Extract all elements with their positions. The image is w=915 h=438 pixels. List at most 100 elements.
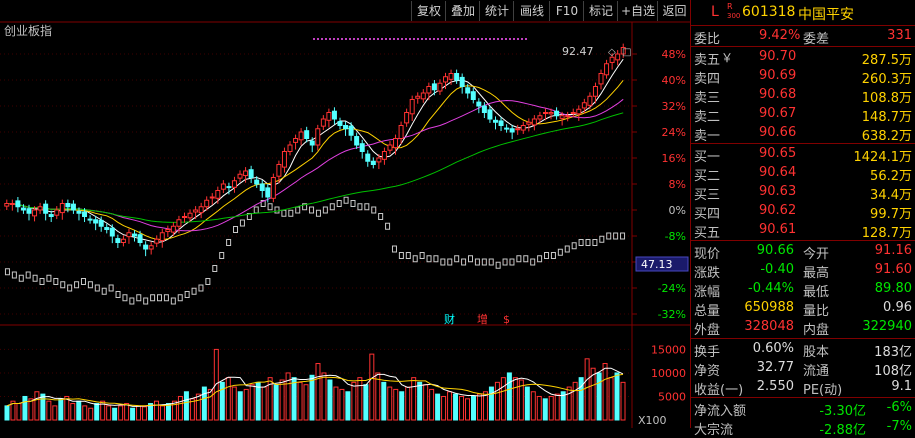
candle-body — [281, 151, 287, 168]
volume-bar — [500, 377, 506, 421]
dot-mark — [437, 38, 439, 40]
fundamental-label: 换手 — [694, 345, 721, 360]
overlay-index-series — [4, 196, 626, 305]
volume-ma5-line — [6, 367, 624, 407]
dividend-marker[interactable]: $ — [503, 313, 510, 326]
candle-body — [237, 173, 243, 179]
overlay-bar — [74, 281, 80, 289]
overlay-bar — [18, 274, 24, 282]
candle-body — [165, 229, 171, 232]
volume-bar — [297, 381, 303, 421]
candle-body — [220, 183, 226, 190]
volume-bar — [441, 395, 447, 421]
candle-body — [270, 177, 276, 199]
volume-bar — [88, 407, 94, 421]
candle-body — [20, 207, 26, 211]
dot-mark — [441, 38, 443, 40]
overlay-bar — [578, 239, 584, 246]
volume-bar — [614, 372, 620, 421]
stock-name: 中国平安 — [798, 7, 854, 23]
candle-body — [437, 82, 443, 92]
price-grid — [0, 53, 632, 315]
dot-mark — [525, 38, 527, 40]
overlay-bar — [315, 209, 321, 217]
overlay-bar — [523, 255, 529, 263]
overlay-bar — [502, 258, 508, 266]
stat-row: 总量 650988 量比 0.96 — [691, 300, 915, 319]
overlay-bar — [163, 294, 169, 302]
finance-marker[interactable]: 财 — [444, 312, 455, 326]
candle-body — [387, 144, 393, 151]
candle-body — [265, 187, 271, 198]
axis-tick-label: -32% — [658, 308, 686, 321]
overlay-bar — [191, 287, 197, 295]
dot-mark — [341, 38, 343, 40]
dot-mark — [457, 38, 459, 40]
dot-mark — [381, 38, 383, 40]
volume-bar — [82, 405, 88, 421]
axis-tick-label: -8% — [665, 230, 686, 243]
volume-bar — [303, 384, 309, 421]
candle-body — [115, 238, 121, 244]
volume-bar — [429, 388, 435, 421]
axis-tick-label: 0% — [669, 204, 686, 217]
increase-marker[interactable]: 增 — [477, 312, 488, 326]
candle-body — [343, 125, 349, 130]
candle-body — [515, 128, 521, 131]
volume-bar — [201, 386, 207, 421]
volume-bar — [219, 381, 225, 421]
expand-icon[interactable]: □ — [622, 47, 631, 58]
volume-bar — [470, 395, 476, 421]
volume-bar — [243, 388, 249, 421]
candle-body — [204, 199, 210, 208]
volume-bar — [447, 391, 453, 421]
candle-body — [426, 86, 432, 94]
volume-bar — [369, 353, 375, 421]
candle-body — [293, 138, 299, 143]
volume-bar — [273, 384, 279, 421]
volume-bar — [542, 398, 548, 421]
fundamental-label: 净资 — [694, 364, 721, 379]
volume-tick-label: 5000 — [658, 390, 686, 403]
candle-body — [187, 212, 193, 219]
overlay-bar — [336, 200, 342, 207]
current-pct-label: 47.13 — [641, 258, 673, 271]
dot-mark — [365, 38, 367, 40]
volume-bar — [351, 381, 357, 421]
dot-mark — [325, 38, 327, 40]
stat-label: 涨幅 — [694, 285, 721, 300]
fundamental-value: 0.60% — [752, 341, 794, 356]
fundamental-value: 183亿 — [874, 345, 912, 360]
overlay-bar — [53, 278, 59, 285]
candle-body — [132, 233, 138, 237]
candle-body — [443, 76, 449, 83]
dot-mark — [477, 38, 479, 40]
volume-bar — [512, 377, 518, 421]
volume-bar — [554, 393, 560, 421]
ask-price: 90.68 — [759, 87, 797, 102]
volume-bar — [130, 407, 136, 421]
chart-area[interactable]: 创业板指 48%40%32%24%16%8%0%-8%-16%-24%-32% … — [0, 0, 690, 428]
flow-row: 净流入额 -3.30亿 -6% — [691, 400, 915, 419]
candle-body — [65, 203, 71, 208]
axis-tick-label: 40% — [662, 74, 686, 87]
stat-label: 今开 — [803, 247, 830, 262]
dot-mark — [489, 38, 491, 40]
overlay-bar — [557, 248, 563, 256]
overlay-bar — [143, 297, 149, 305]
candle-body — [398, 125, 404, 139]
overlay-bar — [468, 255, 473, 263]
flow-pct: -7% — [886, 419, 912, 434]
ask-row: 卖一 90.66 638.2万 — [691, 125, 915, 144]
volume-ma10-line — [6, 373, 624, 407]
diamond-icon[interactable]: ◇ — [608, 47, 616, 58]
dot-mark — [425, 38, 427, 40]
candle-body — [476, 101, 482, 107]
dot-mark — [401, 38, 403, 40]
overlay-index-label: 创业板指 — [4, 23, 52, 38]
candle-body — [37, 206, 43, 211]
stat-row: 现价 90.66 今开 91.16 — [691, 243, 915, 262]
volume-bar — [387, 386, 393, 421]
candle-body — [226, 186, 232, 189]
volume-unit-label: X100 — [638, 414, 667, 427]
